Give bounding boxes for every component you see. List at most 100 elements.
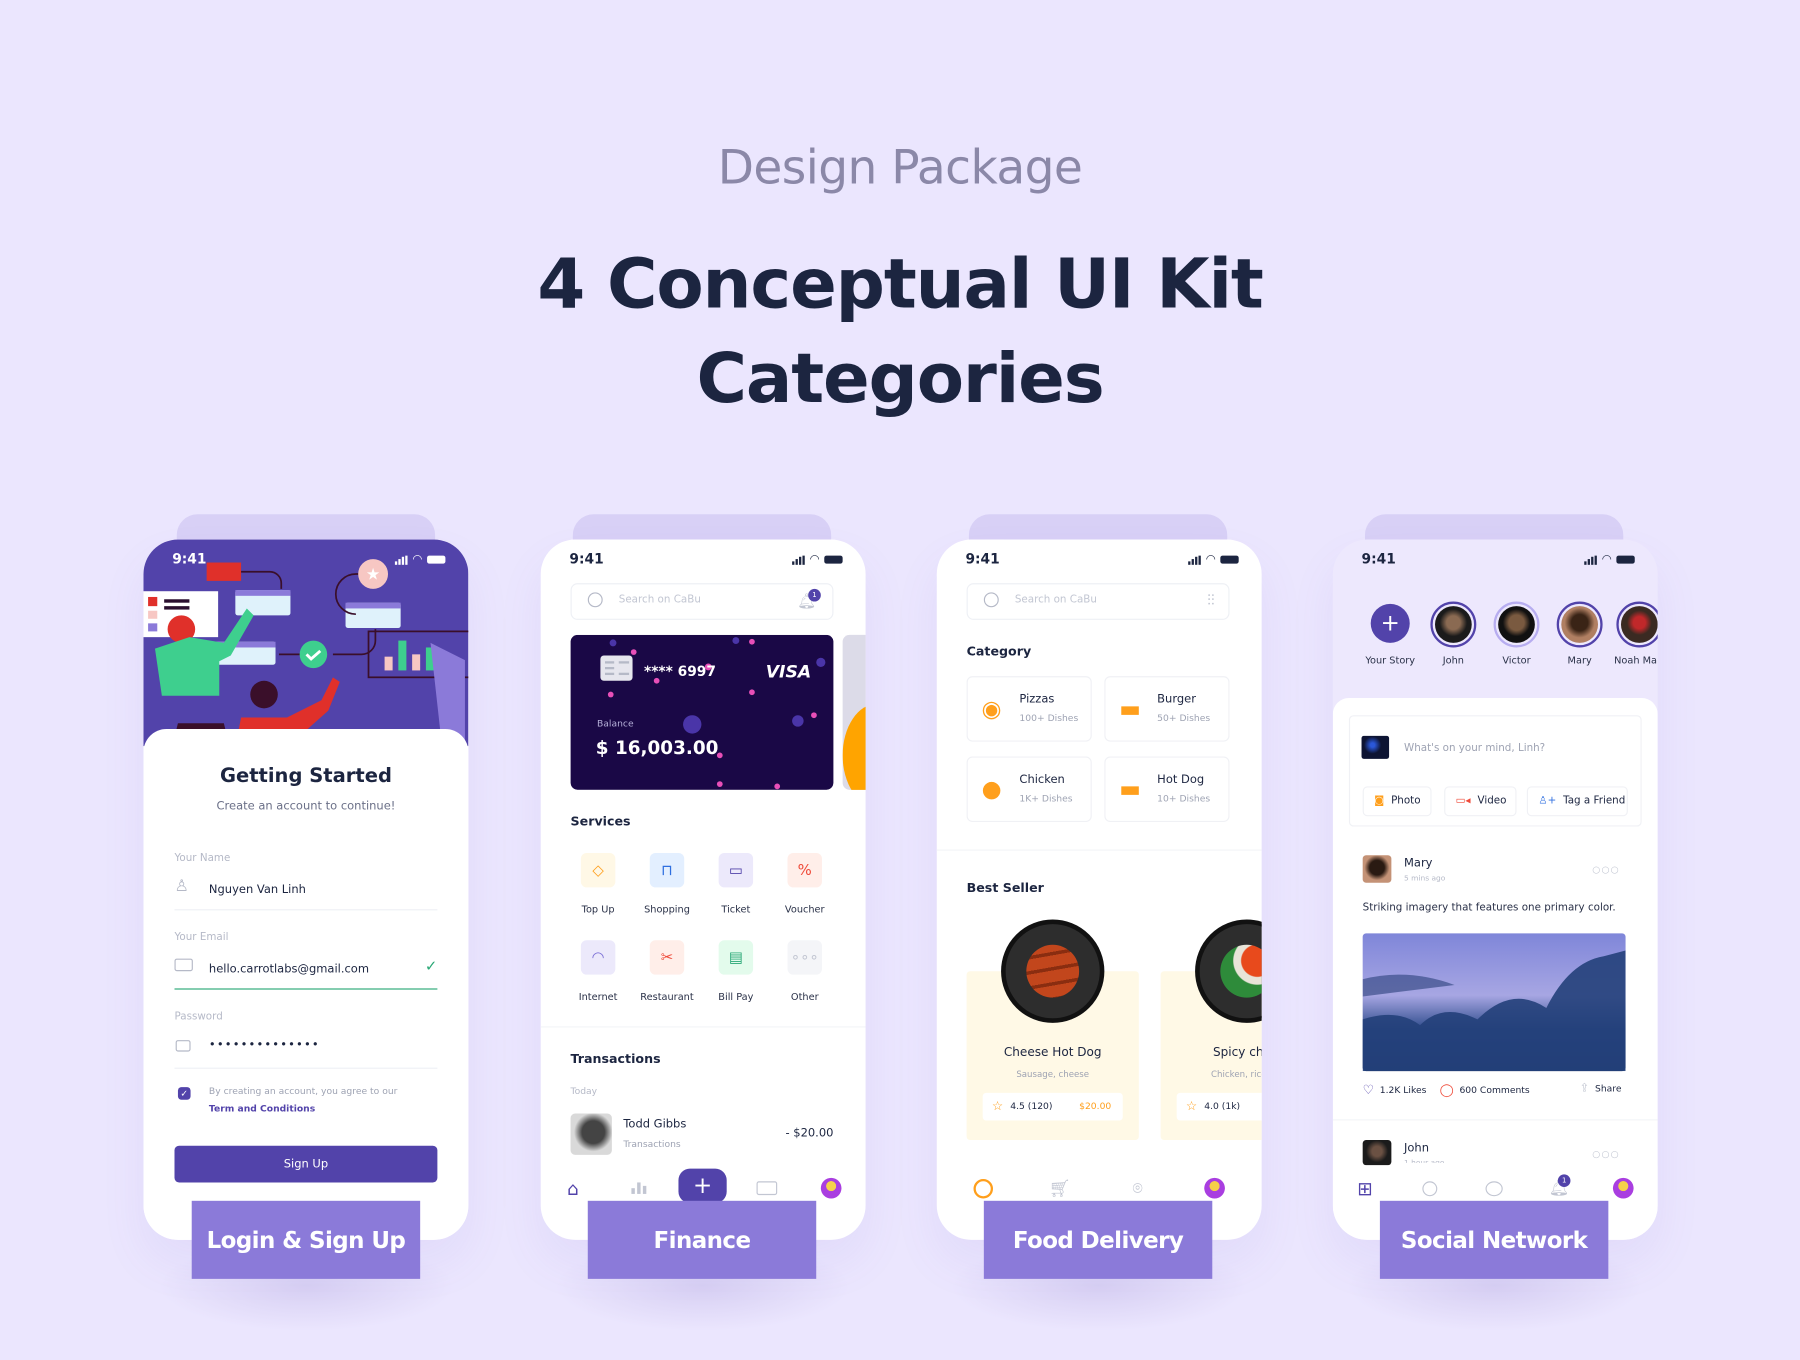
comments-count: 600 Comments bbox=[1459, 1084, 1530, 1096]
photo-label: Photo bbox=[1391, 795, 1421, 808]
post-image[interactable] bbox=[1362, 933, 1626, 1072]
comment-icon: ◯ bbox=[1439, 1082, 1454, 1098]
food-image bbox=[1001, 919, 1105, 1023]
page-subtitle: Create an account to continue! bbox=[216, 800, 396, 813]
terms-checkbox[interactable]: ✓ bbox=[177, 1087, 191, 1100]
camera-icon: ◙ bbox=[1374, 795, 1385, 808]
next-card[interactable] bbox=[842, 634, 866, 790]
filter-icon[interactable]: ⫶⫶ bbox=[1207, 592, 1214, 609]
status-icons: ◠ bbox=[792, 553, 843, 566]
email-field[interactable]: hello.carrotlabs@gmail.com ✓ bbox=[174, 956, 438, 990]
search-icon bbox=[587, 592, 603, 608]
service-ticket-button[interactable]: ▭ bbox=[718, 852, 754, 888]
agree-text: By creating an account, you agree to our bbox=[208, 1086, 398, 1097]
service-voucher-button[interactable]: % bbox=[787, 852, 822, 888]
signal-icon bbox=[1584, 555, 1598, 565]
post-time: 5 mins ago bbox=[1404, 873, 1446, 883]
card-icon[interactable] bbox=[755, 1177, 778, 1200]
header-title-line2: Categories bbox=[696, 338, 1104, 420]
tag-friend-button[interactable]: ♙+ Tag a Friend bbox=[1526, 786, 1628, 817]
service-other-button[interactable]: ∘∘∘ bbox=[787, 940, 822, 975]
service-restaurant-button[interactable]: ✂ bbox=[649, 940, 685, 975]
video-button[interactable]: ▭◂ Video bbox=[1444, 786, 1517, 817]
profile-avatar[interactable] bbox=[1203, 1177, 1226, 1200]
service-label: Voucher bbox=[784, 904, 825, 917]
comment-button[interactable]: ◯ 600 Comments bbox=[1440, 1083, 1530, 1098]
fork-knife-icon: ✂ bbox=[660, 948, 674, 967]
more-icon[interactable]: ○○○ bbox=[1592, 864, 1619, 874]
category-chicken[interactable]: ● Chicken 1K+ Dishes bbox=[966, 756, 1092, 822]
like-button[interactable]: ♡ 1.2K Likes bbox=[1363, 1083, 1427, 1098]
wifi-icon: ◠ bbox=[591, 948, 605, 967]
story-avatar[interactable] bbox=[1616, 601, 1658, 648]
password-value: •••••••••••••• bbox=[208, 1038, 320, 1052]
search-icon[interactable] bbox=[1418, 1177, 1441, 1200]
profile-avatar[interactable] bbox=[1612, 1177, 1635, 1200]
login-illustration: ★ bbox=[143, 539, 469, 747]
status-time: 9:41 bbox=[172, 551, 207, 568]
post-author[interactable]: Mary bbox=[1404, 858, 1432, 871]
transactions-group: Today bbox=[570, 1086, 598, 1097]
home-icon[interactable]: ⌂ bbox=[561, 1177, 584, 1200]
category-pizzas[interactable]: ◉ Pizzas 100+ Dishes bbox=[966, 676, 1092, 742]
share-button[interactable]: ⇪ Share bbox=[1580, 1083, 1622, 1096]
add-button[interactable]: + bbox=[678, 1168, 727, 1204]
name-field[interactable]: ♙ Nguyen Van Linh bbox=[174, 877, 438, 911]
header-title-line1: 4 Conceptual UI Kit bbox=[537, 244, 1264, 325]
balance-label: Balance bbox=[596, 718, 634, 729]
composer-input[interactable]: What's on your mind, Linh? bbox=[1404, 743, 1545, 754]
likes-count: 1.2K Likes bbox=[1379, 1084, 1427, 1096]
category-burger[interactable]: ▬ Burger 50+ Dishes bbox=[1104, 676, 1230, 742]
food-desc: Chicken, rice, ve bbox=[1211, 1068, 1262, 1080]
service-top-up-button[interactable]: ◇ bbox=[580, 852, 616, 888]
page-title: Getting Started bbox=[219, 764, 392, 788]
more-icon: ∘∘∘ bbox=[790, 948, 819, 967]
notification-badge: 1 bbox=[808, 588, 821, 602]
story-avatar[interactable] bbox=[1556, 601, 1603, 648]
terms-link[interactable]: Term and Conditions bbox=[209, 1103, 315, 1113]
add-story-button[interactable]: + bbox=[1370, 603, 1410, 643]
sign-up-button[interactable]: Sign Up bbox=[174, 1145, 438, 1183]
transaction-row[interactable]: Todd Gibbs Transactions - $20.00 bbox=[570, 1113, 833, 1155]
percent-icon: % bbox=[797, 861, 812, 879]
bank-card[interactable] bbox=[570, 634, 834, 790]
star-icon: ☆ bbox=[991, 1098, 1004, 1114]
cart-icon[interactable]: 🛒︎ bbox=[1048, 1177, 1071, 1200]
receipt-icon: ▤ bbox=[728, 948, 743, 967]
search-input[interactable]: Search on CaBu ⫶⫶ bbox=[966, 583, 1230, 620]
story-avatar[interactable] bbox=[1493, 601, 1540, 648]
mail-icon bbox=[174, 958, 193, 972]
service-shopping-button[interactable]: ⊓ bbox=[649, 852, 685, 888]
chat-icon[interactable] bbox=[1482, 1177, 1505, 1200]
category-hot-dog[interactable]: ▬ Hot Dog 10+ Dishes bbox=[1104, 756, 1230, 822]
category-count: 50+ Dishes bbox=[1157, 712, 1211, 724]
battery-icon bbox=[1616, 555, 1635, 564]
post-author[interactable]: John bbox=[1404, 1142, 1429, 1155]
transactions-title: Transactions bbox=[570, 1051, 661, 1067]
password-field[interactable]: •••••••••••••• bbox=[174, 1035, 438, 1069]
card-number: **** 6997 bbox=[644, 663, 716, 680]
wifi-icon: ◠ bbox=[412, 553, 423, 566]
chart-icon[interactable] bbox=[627, 1177, 650, 1200]
more-icon[interactable]: ○○○ bbox=[1592, 1149, 1619, 1159]
location-icon[interactable]: ⌾ bbox=[1126, 1177, 1149, 1200]
post-text: Striking imagery that features one prima… bbox=[1362, 902, 1616, 914]
grid-icon[interactable]: ⊞ bbox=[1353, 1177, 1376, 1200]
service-bill-pay-button[interactable]: ▤ bbox=[718, 940, 754, 975]
avatar bbox=[1361, 735, 1390, 759]
category-name: Pizzas bbox=[1019, 693, 1055, 707]
story-avatar[interactable] bbox=[1430, 601, 1477, 648]
photo-button[interactable]: ◙ Photo bbox=[1362, 786, 1432, 817]
food-rating: 4.5 (120) bbox=[1010, 1100, 1053, 1112]
ticket-tag-icon: ◇ bbox=[592, 861, 604, 879]
category-count: 1K+ Dishes bbox=[1019, 793, 1073, 804]
service-internet-button[interactable]: ◠ bbox=[580, 940, 616, 975]
service-label: Other bbox=[790, 991, 819, 1004]
profile-avatar[interactable] bbox=[820, 1177, 843, 1200]
burger-icon: ▬ bbox=[1119, 694, 1142, 723]
status-icons: ◠ bbox=[395, 553, 446, 566]
story-name: Mary bbox=[1567, 655, 1592, 667]
compass-icon[interactable] bbox=[971, 1177, 994, 1200]
status-time: 9:41 bbox=[1361, 551, 1396, 568]
search-input[interactable]: Search on CaBu 🔔︎ 1 bbox=[570, 583, 834, 620]
